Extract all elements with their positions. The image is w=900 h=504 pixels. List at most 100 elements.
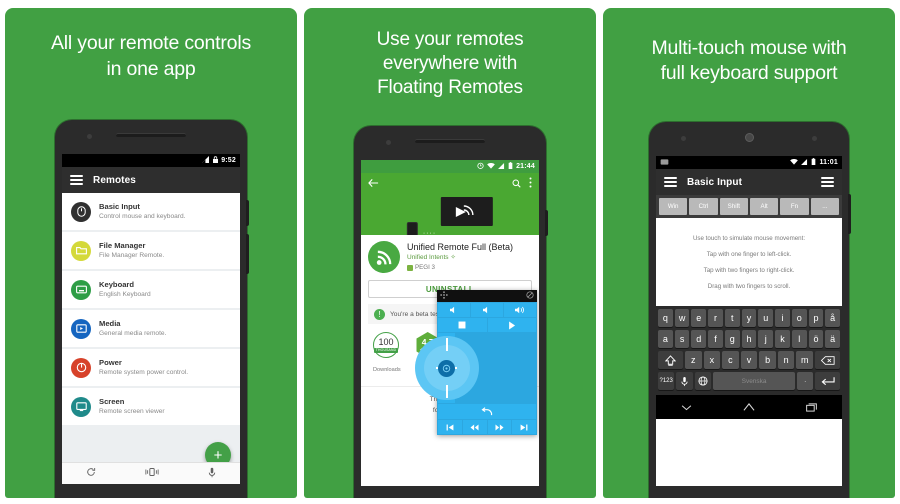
- shift-icon[interactable]: [658, 351, 683, 369]
- key-e[interactable]: e: [691, 309, 707, 327]
- home-icon[interactable]: [743, 403, 755, 411]
- modifier-key-win[interactable]: Win: [659, 198, 688, 215]
- key-adiaeresis[interactable]: ä: [825, 330, 841, 348]
- enter-icon[interactable]: [815, 372, 840, 390]
- promo-panel-2: Use your remotes everywhere with Floatin…: [304, 8, 596, 498]
- volume-down-icon[interactable]: [438, 303, 470, 317]
- list-item[interactable]: Basic Input Control mouse and keyboard.: [62, 193, 240, 230]
- touchpad-area[interactable]: Use touch to simulate mouse movement: Ta…: [656, 218, 842, 306]
- key-r[interactable]: r: [708, 309, 723, 327]
- list-item[interactable]: Media General media remote.: [62, 310, 240, 347]
- key-symbols[interactable]: ?123: [658, 372, 675, 390]
- keyboard-row-3[interactable]: z x c v b n m: [658, 351, 840, 369]
- keyboard-row-1[interactable]: q w e r t y u i o p å: [657, 309, 841, 327]
- key-h[interactable]: h: [741, 330, 757, 348]
- key-f[interactable]: f: [708, 330, 723, 348]
- app-developer-row[interactable]: Unified Intents ✧: [407, 253, 513, 263]
- key-c[interactable]: c: [722, 351, 739, 369]
- key-k[interactable]: k: [775, 330, 790, 348]
- key-g[interactable]: g: [724, 330, 740, 348]
- headline-line-2: everywhere with: [382, 53, 518, 74]
- play-icon[interactable]: [487, 318, 536, 332]
- key-v[interactable]: v: [740, 351, 758, 369]
- volume-row[interactable]: [438, 303, 536, 317]
- track-row[interactable]: [438, 420, 536, 434]
- list-item[interactable]: Screen Remote screen viewer: [62, 388, 240, 425]
- hamburger-icon[interactable]: [70, 175, 83, 185]
- dpad-up-arrow[interactable]: [445, 338, 448, 351]
- keyboard-row-2[interactable]: a s d f g h j k l ö ä: [657, 330, 841, 348]
- key-y[interactable]: y: [741, 309, 757, 327]
- modifier-key-row[interactable]: Win Ctrl Shift Alt Fn ...: [656, 195, 842, 218]
- floating-remote-controls[interactable]: [414, 302, 537, 435]
- android-nav-bar-3[interactable]: [656, 395, 842, 419]
- list-item[interactable]: File Manager File Manager Remote.: [62, 232, 240, 269]
- floating-remote-title-bar[interactable]: [437, 290, 537, 302]
- modifier-key-alt[interactable]: Alt: [749, 198, 779, 215]
- key-m[interactable]: m: [796, 351, 814, 369]
- app-developer[interactable]: Unified Intents: [407, 254, 449, 261]
- key-o[interactable]: o: [791, 309, 807, 327]
- modifier-key-fn[interactable]: Fn: [780, 198, 809, 215]
- volume-up-icon[interactable]: [504, 303, 536, 317]
- key-period[interactable]: .: [797, 372, 814, 390]
- dpad-down-arrow[interactable]: [445, 385, 448, 398]
- fast-forward-icon[interactable]: [487, 420, 512, 434]
- next-track-icon[interactable]: [512, 420, 536, 434]
- modifier-key-ctrl[interactable]: Ctrl: [689, 198, 718, 215]
- key-j[interactable]: j: [758, 330, 774, 348]
- key-b[interactable]: b: [759, 351, 776, 369]
- key-n[interactable]: n: [777, 351, 795, 369]
- key-t[interactable]: t: [724, 309, 740, 327]
- key-a[interactable]: a: [657, 330, 673, 348]
- floating-remote-overlay[interactable]: [414, 290, 537, 435]
- key-aring[interactable]: å: [825, 309, 841, 327]
- back-row[interactable]: [438, 404, 536, 419]
- globe-icon[interactable]: [694, 372, 712, 390]
- refresh-icon[interactable]: [86, 467, 96, 480]
- volume-mute-icon[interactable]: [471, 303, 503, 317]
- key-d[interactable]: d: [691, 330, 707, 348]
- store-toolbar[interactable]: [361, 173, 539, 195]
- key-space[interactable]: Svenska: [713, 372, 796, 390]
- hide-keyboard-icon[interactable]: [681, 404, 692, 411]
- key-s[interactable]: s: [674, 330, 690, 348]
- microphone-icon[interactable]: [676, 372, 693, 390]
- soft-keyboard[interactable]: q w e r t y u i o p å a s d f g h j k l …: [656, 306, 842, 395]
- undo-icon[interactable]: [438, 404, 536, 419]
- list-item[interactable]: Keyboard English Keyboard: [62, 271, 240, 308]
- key-u[interactable]: u: [758, 309, 774, 327]
- list-icon[interactable]: [821, 177, 834, 187]
- microphone-icon[interactable]: [208, 467, 216, 481]
- recents-icon[interactable]: [805, 402, 817, 412]
- hamburger-icon[interactable]: [664, 177, 677, 187]
- dpad-control[interactable]: [414, 333, 479, 403]
- target-icon[interactable]: [438, 359, 455, 377]
- key-w[interactable]: w: [674, 309, 690, 327]
- bottom-action-bar-1[interactable]: [62, 462, 240, 484]
- list-item[interactable]: Power Remote system power control.: [62, 349, 240, 386]
- transport-row[interactable]: [438, 318, 536, 332]
- rewind-icon[interactable]: [462, 420, 487, 434]
- search-icon[interactable]: [512, 175, 521, 193]
- key-i[interactable]: i: [775, 309, 790, 327]
- remotes-list[interactable]: Basic Input Control mouse and keyboard. …: [62, 193, 240, 484]
- key-odiaeresis[interactable]: ö: [808, 330, 824, 348]
- modifier-key-more[interactable]: ...: [810, 198, 839, 215]
- pegi-badge-icon: [407, 265, 413, 271]
- prev-track-icon[interactable]: [438, 420, 462, 434]
- backspace-icon[interactable]: [815, 351, 840, 369]
- stop-icon[interactable]: [438, 318, 487, 332]
- key-x[interactable]: x: [703, 351, 721, 369]
- key-z[interactable]: z: [684, 351, 702, 369]
- keyboard-row-4[interactable]: ?123 Svenska .: [658, 372, 840, 390]
- modifier-key-shift[interactable]: Shift: [719, 198, 748, 215]
- vibrate-icon[interactable]: [145, 467, 159, 480]
- key-l[interactable]: l: [791, 330, 807, 348]
- key-p[interactable]: p: [808, 309, 824, 327]
- move-icon[interactable]: [440, 291, 448, 301]
- back-arrow-icon[interactable]: [368, 175, 379, 193]
- more-vert-icon[interactable]: [529, 175, 532, 193]
- close-icon[interactable]: [526, 291, 534, 301]
- key-q[interactable]: q: [657, 309, 673, 327]
